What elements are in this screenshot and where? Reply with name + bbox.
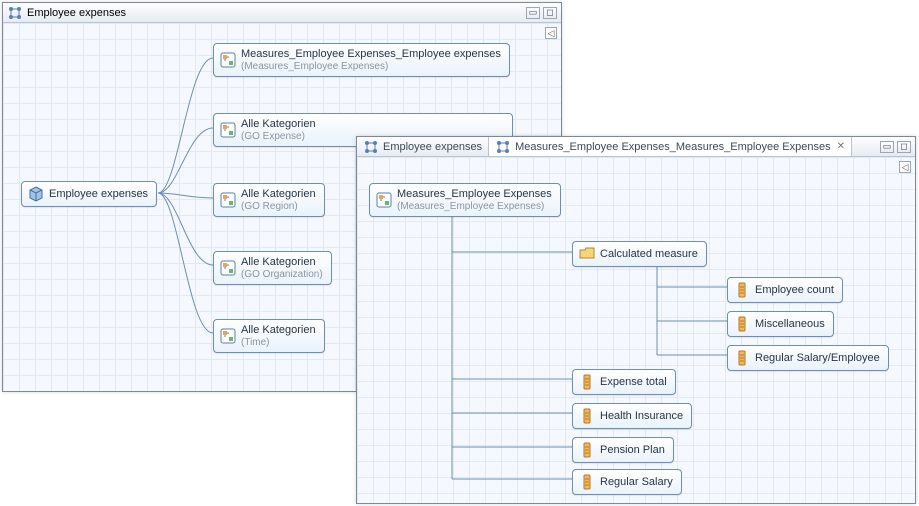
- node-label: Regular Salary: [600, 476, 673, 489]
- root-node[interactable]: Employee expenses: [21, 181, 157, 207]
- node-label: Employee count: [755, 284, 834, 297]
- measure-pension-plan[interactable]: Pension Plan: [572, 437, 674, 463]
- panel1-title: Employee expenses: [27, 7, 126, 19]
- node-label: Pension Plan: [600, 444, 665, 457]
- close-icon[interactable]: ✕: [837, 141, 845, 152]
- measure-icon: [579, 474, 595, 490]
- maximize-button[interactable]: ◻: [543, 7, 557, 19]
- calc-child-miscellaneous[interactable]: Miscellaneous: [727, 311, 834, 337]
- node-label: Alle Kategorien: [241, 118, 316, 131]
- node-label: Calculated measure: [600, 248, 698, 261]
- measure-icon: [734, 350, 750, 366]
- folder-icon: [579, 246, 595, 262]
- node-label: Health Insurance: [600, 410, 683, 423]
- tab-label: Measures_Employee Expenses_Measures_Empl…: [515, 141, 831, 153]
- node-label: Alle Kategorien: [241, 256, 323, 269]
- tree-icon: [363, 139, 379, 155]
- minimize-button[interactable]: ▭: [880, 141, 894, 153]
- tab-row: Employee expenses Measures_Employee Expe…: [357, 137, 915, 157]
- dimension-icon: [220, 122, 236, 138]
- measure-icon: [579, 408, 595, 424]
- node-label: Expense total: [600, 376, 667, 389]
- dimension-icon: [376, 192, 392, 208]
- measure-icon: [579, 442, 595, 458]
- node-label: Miscellaneous: [755, 318, 825, 331]
- maximize-button[interactable]: ◻: [897, 141, 911, 153]
- root-measures-node[interactable]: Measures_Employee Expenses (Measures_Emp…: [369, 183, 561, 217]
- measure-regular-salary[interactable]: Regular Salary: [572, 469, 682, 495]
- measure-health-insurance[interactable]: Health Insurance: [572, 403, 692, 429]
- node-label: Measures_Employee Expenses_Employee expe…: [241, 48, 501, 61]
- root-label: Employee expenses: [49, 188, 148, 201]
- tree-icon: [495, 139, 511, 155]
- root-label: Measures_Employee Expenses: [397, 188, 552, 201]
- tree-icon: [7, 5, 23, 21]
- minimize-button[interactable]: ▭: [526, 7, 540, 19]
- node-label: Alle Kategorien: [241, 324, 316, 337]
- node-sublabel: (GO Organization): [241, 269, 323, 281]
- child-node-measures[interactable]: Measures_Employee Expenses_Employee expe…: [213, 43, 510, 77]
- cube-icon: [28, 186, 44, 202]
- dimension-icon: [220, 192, 236, 208]
- child-node-region[interactable]: Alle Kategorien (GO Region): [213, 183, 325, 217]
- tab-measures-active[interactable]: Measures_Employee Expenses_Measures_Empl…: [489, 137, 852, 156]
- calc-child-regular-salary-emp[interactable]: Regular Salary/Employee: [727, 345, 889, 371]
- node-sublabel: (GO Region): [241, 201, 316, 213]
- child-node-organization[interactable]: Alle Kategorien (GO Organization): [213, 251, 332, 285]
- calculated-measure-node[interactable]: Calculated measure: [572, 241, 707, 267]
- dimension-icon: [220, 52, 236, 68]
- dimension-icon: [220, 260, 236, 276]
- measure-expense-total[interactable]: Expense total: [572, 369, 676, 395]
- measure-icon: [734, 282, 750, 298]
- tab-employee-expenses[interactable]: Employee expenses: [357, 137, 489, 156]
- node-sublabel: (Time): [241, 337, 316, 349]
- node-sublabel: (Measures_Employee Expenses): [241, 61, 501, 73]
- node-label: Regular Salary/Employee: [755, 352, 880, 365]
- child-node-time[interactable]: Alle Kategorien (Time): [213, 319, 325, 353]
- dimension-icon: [220, 328, 236, 344]
- root-sublabel: (Measures_Employee Expenses): [397, 201, 552, 213]
- panel-measures: Employee expenses Measures_Employee Expe…: [356, 136, 916, 504]
- measure-icon: [734, 316, 750, 332]
- panel1-titlebar: Employee expenses ▭ ◻: [3, 3, 561, 23]
- tab-label: Employee expenses: [383, 141, 482, 153]
- node-label: Alle Kategorien: [241, 188, 316, 201]
- calc-child-employee-count[interactable]: Employee count: [727, 277, 843, 303]
- node-sublabel: (GO Expense): [241, 131, 316, 143]
- measure-icon: [579, 374, 595, 390]
